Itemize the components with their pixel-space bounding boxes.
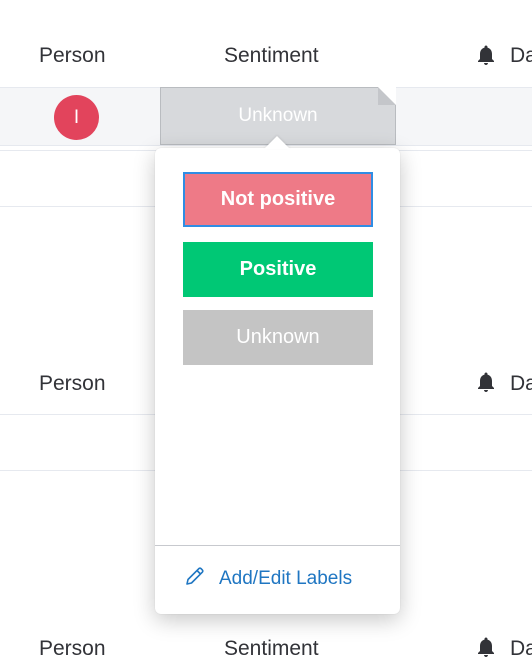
label-option-positive[interactable]: Positive bbox=[183, 242, 373, 297]
popup-pointer bbox=[264, 136, 290, 149]
picker-divider bbox=[155, 545, 400, 546]
column-header-person[interactable]: Person bbox=[39, 637, 106, 661]
column-header-sentiment[interactable]: Sentiment bbox=[224, 44, 319, 68]
column-header-person[interactable]: Person bbox=[39, 372, 106, 396]
column-header-person[interactable]: Person bbox=[39, 44, 106, 68]
label-option-not-positive[interactable]: Not positive bbox=[183, 172, 373, 227]
status-label-picker: Not positive Positive Unknown Add/Edit L… bbox=[155, 148, 400, 614]
column-header-date[interactable]: Da bbox=[510, 44, 532, 68]
avatar[interactable]: I bbox=[54, 95, 99, 140]
add-edit-labels-button[interactable]: Add/Edit Labels bbox=[183, 566, 352, 592]
column-header-date[interactable]: Da bbox=[510, 372, 532, 396]
pencil-icon bbox=[183, 564, 219, 594]
sentiment-status-value: Unknown bbox=[238, 105, 318, 126]
column-header-date[interactable]: Da bbox=[510, 637, 532, 661]
bell-icon bbox=[474, 43, 498, 67]
bell-icon bbox=[474, 370, 498, 394]
add-edit-labels-text: Add/Edit Labels bbox=[219, 568, 353, 589]
label-option-unknown[interactable]: Unknown bbox=[183, 310, 373, 365]
bell-icon bbox=[474, 635, 498, 659]
fold-corner-icon bbox=[378, 87, 396, 105]
column-header-sentiment[interactable]: Sentiment bbox=[224, 637, 319, 661]
